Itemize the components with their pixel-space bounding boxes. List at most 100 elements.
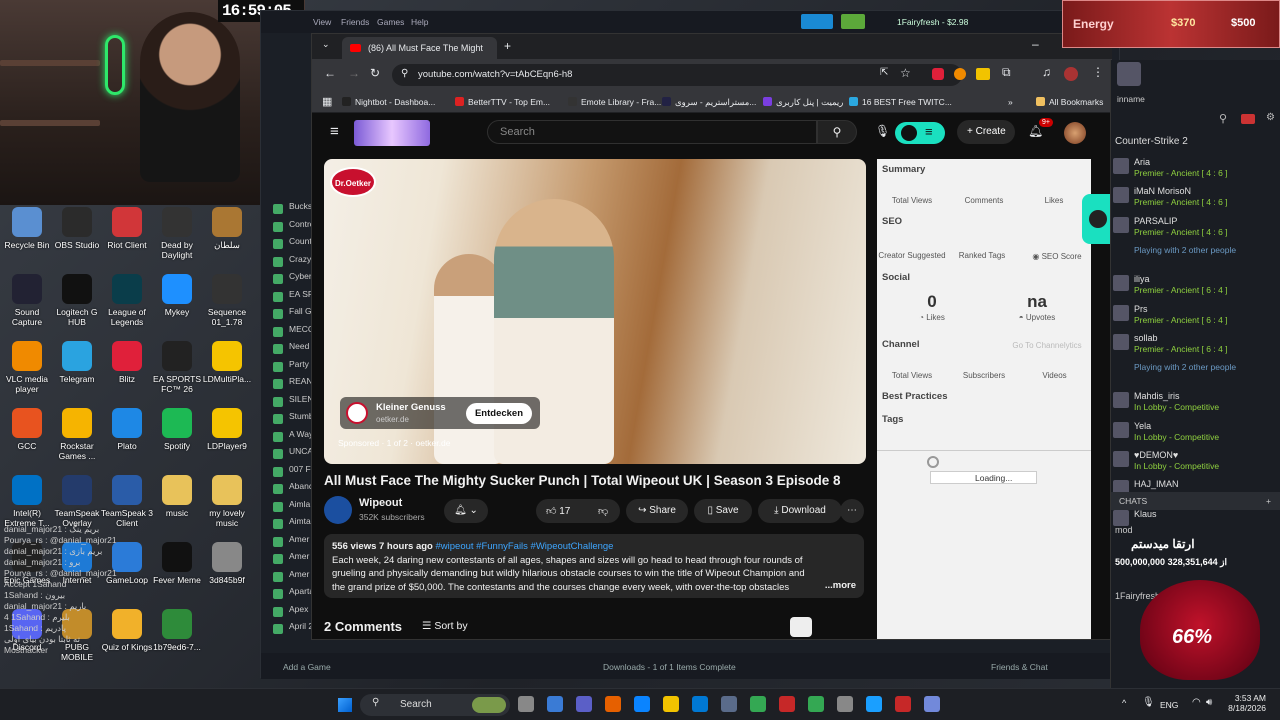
friend-row[interactable]: iliya Premier - Ancient [ 6 : 4 ] bbox=[1111, 273, 1280, 302]
apps-icon[interactable]: ▦ bbox=[322, 95, 332, 108]
library-item[interactable]: Apex bbox=[261, 604, 311, 622]
library-item[interactable]: Amer bbox=[261, 534, 311, 552]
taskbar-app-icon[interactable] bbox=[808, 696, 824, 712]
cloud-icon[interactable] bbox=[790, 617, 812, 637]
taskbar-search[interactable]: ⚲ Search bbox=[360, 694, 510, 716]
menu-friends[interactable]: Friends bbox=[341, 17, 369, 27]
library-item[interactable]: Need bbox=[261, 341, 311, 359]
library-item[interactable]: Cyber bbox=[261, 271, 311, 289]
bookmark-item[interactable]: Nightbot - Dashboa... bbox=[342, 97, 435, 107]
taskbar-app-icon[interactable] bbox=[750, 696, 766, 712]
bookmark-item[interactable]: مستراستریم - سروی... bbox=[662, 97, 756, 108]
library-item[interactable]: Count bbox=[261, 236, 311, 254]
taskbar-app-icon[interactable] bbox=[837, 696, 853, 712]
extensions-puzzle-icon[interactable]: ⧉ bbox=[1002, 65, 1011, 80]
desktop-icon[interactable]: Mykey bbox=[150, 274, 204, 317]
library-item[interactable]: 007 Fi bbox=[261, 464, 311, 482]
desktop-icon[interactable]: LDMultiPla... bbox=[200, 341, 254, 384]
site-info-icon[interactable]: ⚲ bbox=[401, 68, 408, 79]
all-bookmarks[interactable]: All Bookmarks bbox=[1036, 97, 1103, 107]
desktop-icon[interactable]: Logitech G HUB bbox=[50, 274, 104, 327]
desktop-icon[interactable]: Spotify bbox=[150, 408, 204, 451]
search-button[interactable]: ⚲ bbox=[817, 120, 857, 144]
friend-row[interactable]: ♥DEMON♥ In Lobby - Competitive bbox=[1111, 449, 1280, 478]
microphone-tray-icon[interactable]: 🎙 bbox=[1142, 697, 1155, 708]
library-item[interactable]: A Way bbox=[261, 429, 311, 447]
friend-row[interactable]: PARSALIP Premier - Ancient [ 4 : 6 ] bbox=[1111, 215, 1280, 244]
desktop-icon[interactable]: Sound Capture bbox=[0, 274, 54, 327]
hamburger-menu-icon[interactable]: ≡ bbox=[330, 123, 339, 140]
sort-by-button[interactable]: ☰ Sort by bbox=[422, 620, 468, 632]
youtube-doodle-logo[interactable] bbox=[354, 120, 430, 146]
taskbar-app-icon[interactable] bbox=[634, 696, 650, 712]
library-item[interactable]: Fall Gu bbox=[261, 306, 311, 324]
library-item[interactable]: Crazy bbox=[261, 254, 311, 272]
download-button[interactable]: ⤓ Download bbox=[758, 499, 842, 523]
friend-row[interactable]: Mahdis_iris In Lobby - Competitive bbox=[1111, 390, 1280, 419]
library-item[interactable]: MECC bbox=[261, 324, 311, 342]
vidiq-toggle-button[interactable]: ≡ bbox=[895, 122, 945, 144]
subscribed-bell-button[interactable]: 🔔︎ ⌄ bbox=[444, 499, 488, 523]
like-button[interactable]: 👍︎ 17 bbox=[546, 505, 570, 517]
friend-row[interactable]: Playing with 2 other people bbox=[1111, 361, 1280, 390]
desktop-icon[interactable]: Blitz bbox=[100, 341, 154, 384]
desktop-icon[interactable]: VLC media player bbox=[0, 341, 54, 394]
taskbar-app-icon[interactable] bbox=[895, 696, 911, 712]
wifi-icon[interactable]: ◠ bbox=[1192, 697, 1201, 708]
settings-gear-icon[interactable]: ⚙ bbox=[1266, 112, 1275, 123]
desktop-icon[interactable]: EA SPORTS FC™ 26 bbox=[150, 341, 204, 394]
friend-row[interactable]: Aria Premier - Ancient [ 4 : 6 ] bbox=[1111, 156, 1280, 185]
chats-header[interactable]: CHATS + bbox=[1111, 492, 1280, 510]
library-item[interactable]: REANI bbox=[261, 376, 311, 394]
library-item[interactable]: Aimta bbox=[261, 516, 311, 534]
desktop-icon[interactable]: Rockstar Games ... bbox=[50, 408, 104, 461]
create-button[interactable]: + Create bbox=[957, 120, 1015, 144]
taskbar-app-icon[interactable] bbox=[924, 696, 940, 712]
bookmark-item[interactable]: 16 BEST Free TWITC... bbox=[849, 97, 952, 107]
seo-score-tab[interactable]: ◉ SEO Score bbox=[1027, 252, 1087, 261]
library-item[interactable]: Abanc bbox=[261, 481, 311, 499]
library-item[interactable]: Amer bbox=[261, 551, 311, 569]
taskbar-app-icon[interactable] bbox=[866, 696, 882, 712]
taskbar-app-icon[interactable] bbox=[721, 696, 737, 712]
desktop-icon[interactable]: Telegram bbox=[50, 341, 104, 384]
taskbar-app-icon[interactable] bbox=[779, 696, 795, 712]
desktop-icon[interactable]: OBS Studio bbox=[50, 207, 104, 250]
library-item[interactable]: Aparta bbox=[261, 586, 311, 604]
taskbar-app-icon[interactable] bbox=[576, 696, 592, 712]
tab-search-icon[interactable]: ⌄ bbox=[322, 39, 330, 50]
ranked-tags-tab[interactable]: Ranked Tags bbox=[957, 251, 1007, 260]
desktop-icon[interactable]: Plato bbox=[100, 408, 154, 451]
hashtags[interactable]: #wipeout #FunnyFails #WipeoutChallenge bbox=[436, 541, 614, 552]
library-item[interactable]: April 2 bbox=[261, 621, 311, 639]
clock-date[interactable]: 3:53 AM 8/18/2026 bbox=[1228, 693, 1266, 713]
search-input[interactable]: Search bbox=[487, 120, 817, 144]
library-item[interactable]: SILENT bbox=[261, 394, 311, 412]
library-item[interactable]: EA SP bbox=[261, 289, 311, 307]
more-bookmarks-icon[interactable]: » bbox=[1008, 97, 1013, 107]
chrome-menu-icon[interactable]: ⋮ bbox=[1092, 65, 1104, 79]
friend-row[interactable]: Klaus bbox=[1111, 508, 1280, 537]
steam-account[interactable]: 1Fairyfresh - $2.98 bbox=[897, 17, 968, 27]
microphone-icon[interactable]: 🎙 bbox=[875, 124, 890, 138]
channel-name[interactable]: Wipeout bbox=[359, 497, 402, 509]
menu-games[interactable]: Games bbox=[377, 17, 404, 27]
creator-suggested-tab[interactable]: Creator Suggested bbox=[877, 251, 947, 260]
tray-chevron-icon[interactable]: ^ bbox=[1122, 698, 1126, 708]
add-friend-icon[interactable] bbox=[1241, 114, 1255, 124]
desktop-icon[interactable]: LDPlayer9 bbox=[200, 408, 254, 451]
friend-row[interactable]: Prs Premier - Ancient [ 6 : 4 ] bbox=[1111, 303, 1280, 332]
taskbar-app-icon[interactable] bbox=[518, 696, 534, 712]
desktop-icon[interactable]: Sequence 01_1.78 bbox=[200, 274, 254, 327]
extension-icon[interactable] bbox=[954, 68, 966, 80]
description-box[interactable]: 556 views 7 hours ago #wipeout #FunnyFai… bbox=[324, 534, 864, 598]
library-item[interactable]: Stumb bbox=[261, 411, 311, 429]
taskbar-app-icon[interactable] bbox=[605, 696, 621, 712]
friend-row[interactable]: sollab Premier - Ancient [ 6 : 4 ] bbox=[1111, 332, 1280, 361]
save-button[interactable]: ▯ Save bbox=[694, 499, 752, 523]
downloads-status[interactable]: Downloads - 1 of 1 Items Complete bbox=[603, 662, 736, 672]
desktop-icon[interactable]: League of Legends bbox=[100, 274, 154, 327]
desktop-icon[interactable]: سلطان bbox=[200, 207, 254, 250]
friends-avatar[interactable] bbox=[1117, 62, 1141, 86]
friend-row[interactable]: iMaN MorisoN Premier - Ancient [ 4 : 6 ] bbox=[1111, 185, 1280, 214]
